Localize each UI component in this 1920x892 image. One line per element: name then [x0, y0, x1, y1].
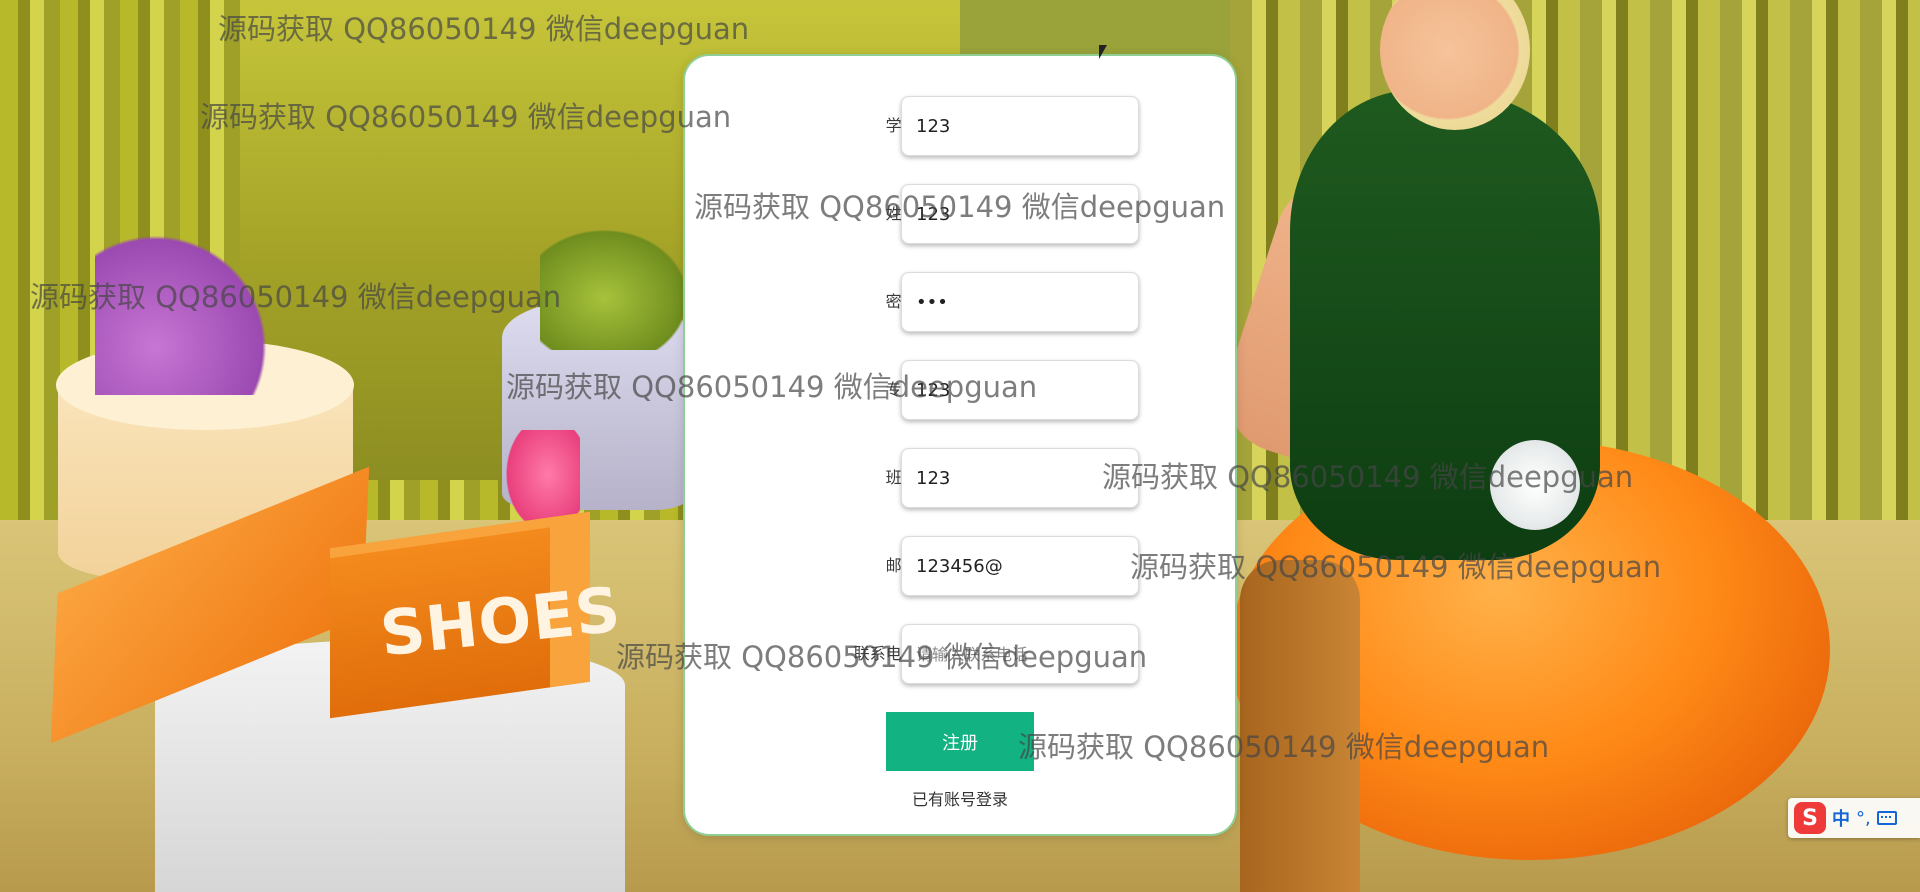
- mouse-cursor-icon: [1099, 45, 1107, 59]
- purple-shoe-image: [95, 235, 295, 395]
- major-input[interactable]: [901, 360, 1139, 420]
- major-label: 专业:: [745, 360, 923, 420]
- name-row: 姓名:: [685, 184, 1235, 244]
- password-row: 密码:: [685, 272, 1235, 332]
- green-shoe-image: [540, 220, 700, 350]
- ime-language-toggle[interactable]: 中: [1832, 805, 1850, 831]
- major-row: 专业:: [685, 360, 1235, 420]
- class-row: 班级:: [685, 448, 1235, 508]
- phone-label: 联系电话:: [853, 644, 923, 663]
- student-id-input[interactable]: [901, 96, 1139, 156]
- class-label: 班级:: [745, 448, 923, 508]
- email-input[interactable]: [901, 536, 1139, 596]
- login-link[interactable]: 已有账号登录: [685, 786, 1235, 810]
- ime-punctuation-toggle[interactable]: °,: [1856, 808, 1871, 829]
- email-row: 邮箱:: [685, 536, 1235, 596]
- student-id-label: 学号:: [745, 96, 923, 156]
- student-id-row: 学号:: [685, 96, 1235, 156]
- sogou-logo-icon[interactable]: S: [1794, 802, 1826, 834]
- class-input[interactable]: [901, 448, 1139, 508]
- keyboard-icon[interactable]: [1876, 811, 1897, 825]
- flower-decoration: [1490, 440, 1580, 530]
- name-label: 姓名:: [745, 184, 923, 244]
- phone-row: 联系电话:: [685, 624, 1235, 684]
- phone-input[interactable]: [901, 624, 1139, 684]
- register-button[interactable]: 注册: [886, 712, 1034, 771]
- password-input[interactable]: [901, 272, 1139, 332]
- ime-toolbar[interactable]: S 中 °,: [1788, 798, 1920, 838]
- name-input[interactable]: [901, 184, 1139, 244]
- password-label: 密码:: [745, 272, 923, 332]
- register-card: 学号: 姓名: 密码: 专业: 班级: 邮箱: 联系电话: 注册 已有账号登录: [685, 56, 1235, 834]
- boot: [1240, 560, 1360, 892]
- email-label: 邮箱:: [745, 536, 923, 596]
